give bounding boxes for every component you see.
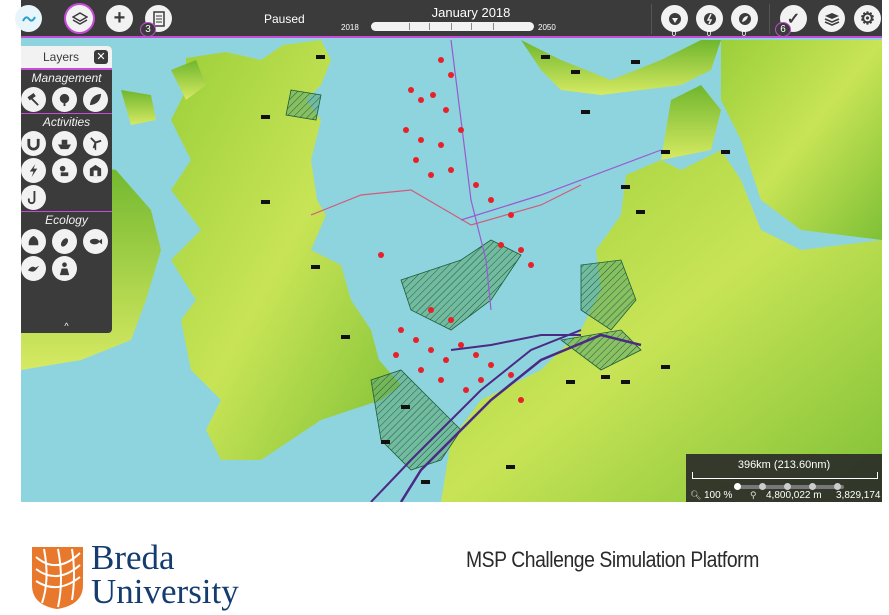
ecology-icons-row-2 (21, 255, 112, 282)
shipping-issues-button[interactable] (696, 5, 723, 32)
ship-icon[interactable] (52, 131, 77, 156)
energy-issues-icon (668, 12, 681, 25)
shell-icon[interactable] (21, 229, 46, 254)
layers-button[interactable] (66, 5, 93, 32)
platform-title: MSP Challenge Simulation Platform (466, 547, 759, 572)
plus-button[interactable]: + (106, 5, 133, 32)
gear-icon: ⚙ (859, 8, 876, 28)
category-management: Management (31, 71, 102, 85)
layers-icon (71, 11, 88, 25)
layers-panel-header: Layers ✕ (21, 46, 112, 70)
gavel-icon[interactable] (21, 87, 46, 112)
activities-icons-row-1 (21, 130, 112, 157)
layer-visibility-button[interactable] (818, 5, 845, 32)
energy-issues-button[interactable] (661, 5, 688, 32)
university-name-line-1: Breda (91, 538, 175, 577)
bunker-icon[interactable] (83, 158, 108, 183)
close-icon: ✕ (96, 51, 106, 63)
magnifier-icon: 🔍︎ (690, 490, 702, 500)
approve-badge: 6 (775, 22, 791, 37)
top-toolbar: + 3 Paused January 2018 2018 2050 0 0 0 … (15, 0, 882, 38)
plus-icon: + (113, 7, 126, 29)
diver-icon[interactable] (52, 158, 77, 183)
close-layers-button[interactable]: ✕ (94, 50, 108, 64)
shipping-issues-count: 0 (706, 29, 712, 38)
fish-icon[interactable] (83, 229, 108, 254)
bird-icon[interactable] (21, 256, 46, 281)
activities-icons-row-2 (21, 157, 112, 184)
tree-icon[interactable] (52, 87, 77, 112)
breda-university-logo (32, 547, 83, 609)
timeline-end-year: 2050 (538, 23, 556, 32)
category-activities: Activities (42, 115, 91, 129)
ecology-icons-row-1 (21, 228, 112, 255)
management-icons (21, 86, 112, 113)
map-canvas[interactable] (21, 0, 882, 502)
layers-panel: Layers ✕ Management Activities Ecology ^ (21, 46, 112, 333)
location-pin-icon: ⚲ (750, 490, 757, 500)
scale-label: 396km (213.60nm) (737, 459, 831, 471)
energy-issues-count: 0 (671, 29, 677, 38)
footprint-icon[interactable] (52, 229, 77, 254)
ecology-issues-count: 0 (741, 29, 747, 38)
shipping-issues-icon (703, 12, 716, 25)
zoom-slider[interactable] (734, 483, 844, 490)
magnet-icon[interactable] (21, 131, 46, 156)
timeline-start-year: 2018 (341, 23, 359, 32)
wind-turbine-icon[interactable] (83, 131, 108, 156)
map-scale-panel: 396km (213.60nm) 🔍︎ 100 % ⚲ 4,800,022 m … (686, 454, 882, 502)
zoom-level: 100 % (704, 490, 733, 501)
timeline-slider[interactable] (371, 22, 534, 31)
fishing-hook-icon[interactable] (21, 185, 46, 210)
stacked-layers-icon (824, 12, 839, 26)
layers-panel-title: Layers (43, 50, 80, 64)
map-view[interactable] (21, 0, 882, 502)
ecology-issues-icon (738, 12, 751, 25)
simulation-status[interactable]: Paused (264, 12, 305, 26)
lightning-icon[interactable] (21, 158, 46, 183)
category-ecology: Ecology (45, 213, 88, 227)
people-icon[interactable] (52, 256, 77, 281)
sea-logo-icon[interactable] (15, 5, 42, 32)
collapse-chevron-icon[interactable]: ^ (21, 321, 112, 331)
activities-icons-row-3 (21, 184, 112, 211)
settings-button[interactable]: ⚙ (854, 5, 881, 32)
coordinate-y: 3,829,174 (836, 490, 881, 501)
scale-bar (692, 472, 878, 479)
plans-badge: 3 (140, 22, 156, 37)
coordinate-x: 4,800,022 m (766, 490, 822, 501)
ecology-issues-button[interactable] (731, 5, 758, 32)
current-date: January 2018 (431, 5, 511, 20)
leaf-icon[interactable] (83, 87, 108, 112)
university-name-line-2: University (91, 572, 239, 611)
